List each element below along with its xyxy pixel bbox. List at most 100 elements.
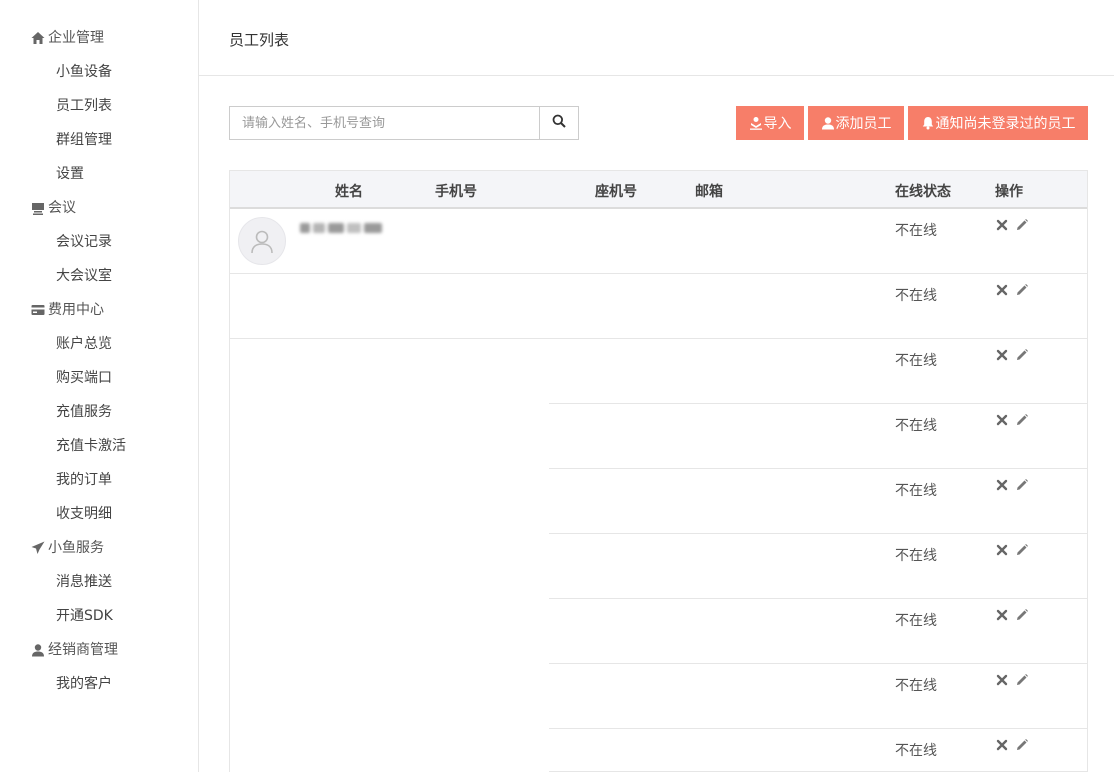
sidebar-item-my-customers[interactable]: 我的客户 bbox=[0, 667, 198, 701]
sidebar-group-label: 小鱼服务 bbox=[48, 540, 104, 556]
delete-icon[interactable] bbox=[995, 478, 1009, 492]
sidebar-group-label: 经销商管理 bbox=[48, 642, 118, 658]
delete-icon[interactable] bbox=[995, 673, 1009, 687]
table-row[interactable]: 不在线 bbox=[230, 729, 1087, 772]
sidebar-item-push-messages[interactable]: 消息推送 bbox=[0, 565, 198, 599]
user-icon bbox=[31, 643, 45, 657]
sidebar-item-employees[interactable]: 员工列表 bbox=[0, 89, 198, 123]
search-box bbox=[229, 106, 579, 140]
column-online-status[interactable]: 在线状态 bbox=[895, 181, 951, 201]
user-placeholder-icon bbox=[251, 230, 273, 254]
sidebar-group-label: 费用中心 bbox=[48, 302, 104, 318]
add-employee-button[interactable]: 添加员工 bbox=[808, 106, 904, 140]
notify-unlogged-button[interactable]: 通知尚未登录过的员工 bbox=[908, 106, 1088, 140]
import-icon bbox=[749, 116, 763, 130]
search-button[interactable] bbox=[539, 107, 578, 139]
search-input[interactable] bbox=[230, 107, 539, 139]
edit-icon[interactable] bbox=[1015, 348, 1029, 362]
user-icon bbox=[821, 116, 835, 130]
sidebar-group-services[interactable]: 小鱼服务 bbox=[0, 531, 198, 565]
row-actions bbox=[995, 608, 1029, 622]
delete-icon[interactable] bbox=[995, 738, 1009, 752]
column-email[interactable]: 邮箱 bbox=[695, 181, 723, 201]
table-row[interactable]: 不在线 bbox=[230, 534, 1087, 599]
sidebar-item-my-orders[interactable]: 我的订单 bbox=[0, 463, 198, 497]
send-icon bbox=[31, 541, 45, 555]
column-landline[interactable]: 座机号 bbox=[595, 181, 637, 201]
edit-icon[interactable] bbox=[1015, 218, 1029, 232]
column-name[interactable]: 姓名 bbox=[335, 181, 363, 201]
delete-icon[interactable] bbox=[995, 348, 1009, 362]
row-actions bbox=[995, 283, 1029, 297]
delete-icon[interactable] bbox=[995, 608, 1009, 622]
row-actions bbox=[995, 348, 1029, 362]
meeting-icon bbox=[31, 201, 45, 215]
table-row[interactable]: 不在线 bbox=[230, 469, 1087, 534]
sidebar-group-dealer[interactable]: 经销商管理 bbox=[0, 633, 198, 667]
edit-icon[interactable] bbox=[1015, 608, 1029, 622]
edit-icon[interactable] bbox=[1015, 413, 1029, 427]
sidebar-item-card-activation[interactable]: 充值卡激活 bbox=[0, 429, 198, 463]
sidebar-group-enterprise[interactable]: 企业管理 bbox=[0, 21, 198, 55]
table-row[interactable]: 不在线 bbox=[230, 209, 1087, 274]
blurred-name bbox=[300, 220, 392, 236]
column-mobile[interactable]: 手机号 bbox=[435, 181, 477, 201]
online-status: 不在线 bbox=[895, 288, 937, 304]
sidebar-item-large-meeting-room[interactable]: 大会议室 bbox=[0, 259, 198, 293]
online-status: 不在线 bbox=[895, 418, 937, 434]
avatar bbox=[238, 217, 286, 265]
delete-icon[interactable] bbox=[995, 283, 1009, 297]
online-status: 不在线 bbox=[895, 613, 937, 629]
home-icon bbox=[31, 31, 45, 45]
online-status: 不在线 bbox=[895, 678, 937, 694]
employee-table: 姓名 手机号 座机号 邮箱 在线状态 操作 不在线 不在线 不在线 不在线 不在… bbox=[229, 170, 1088, 772]
table-row[interactable]: 不在线 bbox=[230, 339, 1087, 404]
search-icon bbox=[552, 114, 566, 132]
sidebar-nav: 企业管理 小鱼设备 员工列表 群组管理 设置 会议 会议记录 大会议室 费用中心… bbox=[0, 0, 198, 701]
add-employee-label: 添加员工 bbox=[835, 116, 892, 132]
page-title: 员工列表 bbox=[229, 31, 290, 49]
table-row[interactable]: 不在线 bbox=[230, 274, 1087, 339]
delete-icon[interactable] bbox=[995, 413, 1009, 427]
edit-icon[interactable] bbox=[1015, 478, 1029, 492]
sidebar-group-meeting[interactable]: 会议 bbox=[0, 191, 198, 225]
sidebar-item-settings[interactable]: 设置 bbox=[0, 157, 198, 191]
table-header: 姓名 手机号 座机号 邮箱 在线状态 操作 bbox=[230, 170, 1087, 209]
bell-icon bbox=[921, 116, 935, 130]
online-status: 不在线 bbox=[895, 743, 937, 759]
column-actions[interactable]: 操作 bbox=[995, 181, 1023, 201]
sidebar-group-label: 企业管理 bbox=[48, 30, 104, 46]
table-row[interactable]: 不在线 bbox=[230, 404, 1087, 469]
delete-icon[interactable] bbox=[995, 543, 1009, 557]
sidebar-item-transactions[interactable]: 收支明细 bbox=[0, 497, 198, 531]
sidebar-item-open-sdk[interactable]: 开通SDK bbox=[0, 599, 198, 633]
import-label: 导入 bbox=[763, 116, 792, 132]
online-status: 不在线 bbox=[895, 353, 937, 369]
sidebar-item-recharge[interactable]: 充值服务 bbox=[0, 395, 198, 429]
sidebar-item-groups[interactable]: 群组管理 bbox=[0, 123, 198, 157]
edit-icon[interactable] bbox=[1015, 283, 1029, 297]
online-status: 不在线 bbox=[895, 483, 937, 499]
delete-icon[interactable] bbox=[995, 218, 1009, 232]
sidebar-group-billing[interactable]: 费用中心 bbox=[0, 293, 198, 327]
sidebar-group-label: 会议 bbox=[48, 200, 76, 216]
notify-label: 通知尚未登录过的员工 bbox=[935, 116, 1076, 132]
row-actions bbox=[995, 543, 1029, 557]
import-button[interactable]: 导入 bbox=[736, 106, 804, 140]
edit-icon[interactable] bbox=[1015, 673, 1029, 687]
row-actions bbox=[995, 738, 1029, 752]
row-actions bbox=[995, 413, 1029, 427]
row-actions bbox=[995, 673, 1029, 687]
credit-card-icon bbox=[31, 303, 45, 317]
row-actions bbox=[995, 478, 1029, 492]
table-row[interactable]: 不在线 bbox=[230, 599, 1087, 664]
sidebar: 企业管理 小鱼设备 员工列表 群组管理 设置 会议 会议记录 大会议室 费用中心… bbox=[0, 0, 199, 772]
sidebar-item-meeting-records[interactable]: 会议记录 bbox=[0, 225, 198, 259]
sidebar-item-devices[interactable]: 小鱼设备 bbox=[0, 55, 198, 89]
sidebar-item-buy-ports[interactable]: 购买端口 bbox=[0, 361, 198, 395]
edit-icon[interactable] bbox=[1015, 738, 1029, 752]
sidebar-item-account-overview[interactable]: 账户总览 bbox=[0, 327, 198, 361]
edit-icon[interactable] bbox=[1015, 543, 1029, 557]
row-actions bbox=[995, 218, 1029, 232]
table-row[interactable]: 不在线 bbox=[230, 664, 1087, 729]
